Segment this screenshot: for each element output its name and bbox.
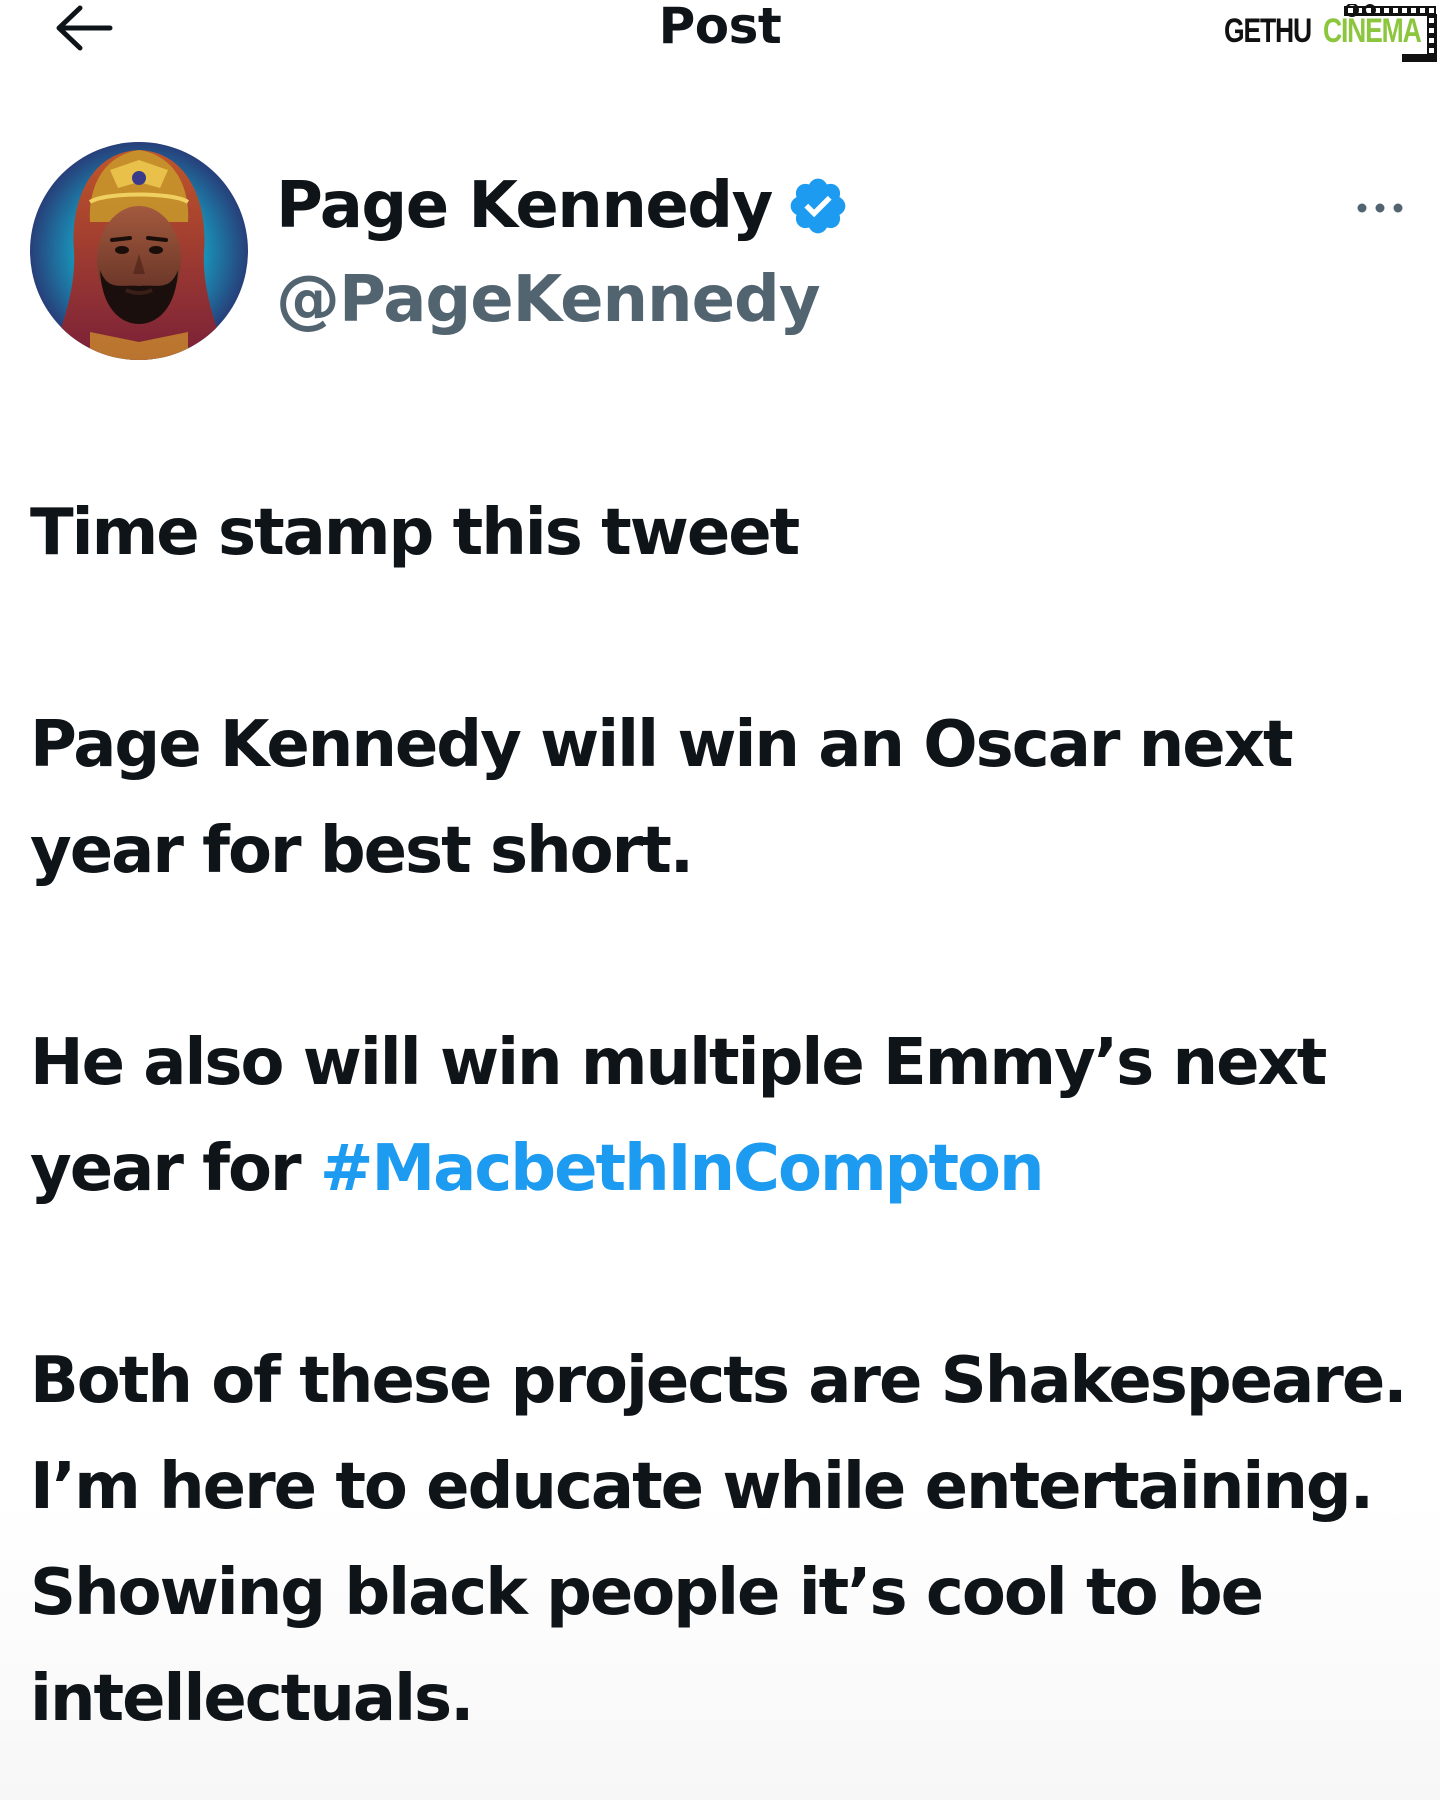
more-dots-icon (1357, 203, 1403, 213)
author-name[interactable]: Page Kennedy (276, 168, 850, 244)
avatar[interactable] (30, 142, 248, 360)
tweet-text: Time stamp this tweet Page Kennedy will … (30, 480, 1420, 1752)
top-bar: Post GETHU CINEMA (0, 0, 1440, 62)
hashtag-link[interactable]: #MacbethInCompton (320, 1132, 1045, 1206)
back-button[interactable] (48, 2, 120, 54)
gethu-cinema-watermark-logo: GETHU CINEMA (1222, 4, 1440, 64)
tweet-paragraph-3: He also will win multiple Emmy’s next ye… (30, 1010, 1420, 1222)
tweet-paragraph-1: Time stamp this tweet (30, 496, 800, 570)
arrow-left-icon (56, 5, 113, 51)
logo-text-cinema: CINEMA (1323, 12, 1422, 50)
page-title: Post (658, 0, 782, 55)
verified-badge-icon (790, 178, 846, 234)
logo-text-gethu: GETHU (1224, 12, 1312, 50)
more-options-button[interactable] (1350, 190, 1410, 226)
author-name-text: Page Kennedy (276, 169, 773, 243)
author-handle[interactable]: @PageKennedy (276, 262, 821, 338)
post-page: Post GETHU CINEMA Page Kennedy @PageKenn… (0, 0, 1440, 1800)
tweet-paragraph-2: Page Kennedy will win an Oscar next year… (30, 708, 1294, 888)
tweet-paragraph-4: Both of these projects are Shakespeare. … (30, 1344, 1408, 1736)
